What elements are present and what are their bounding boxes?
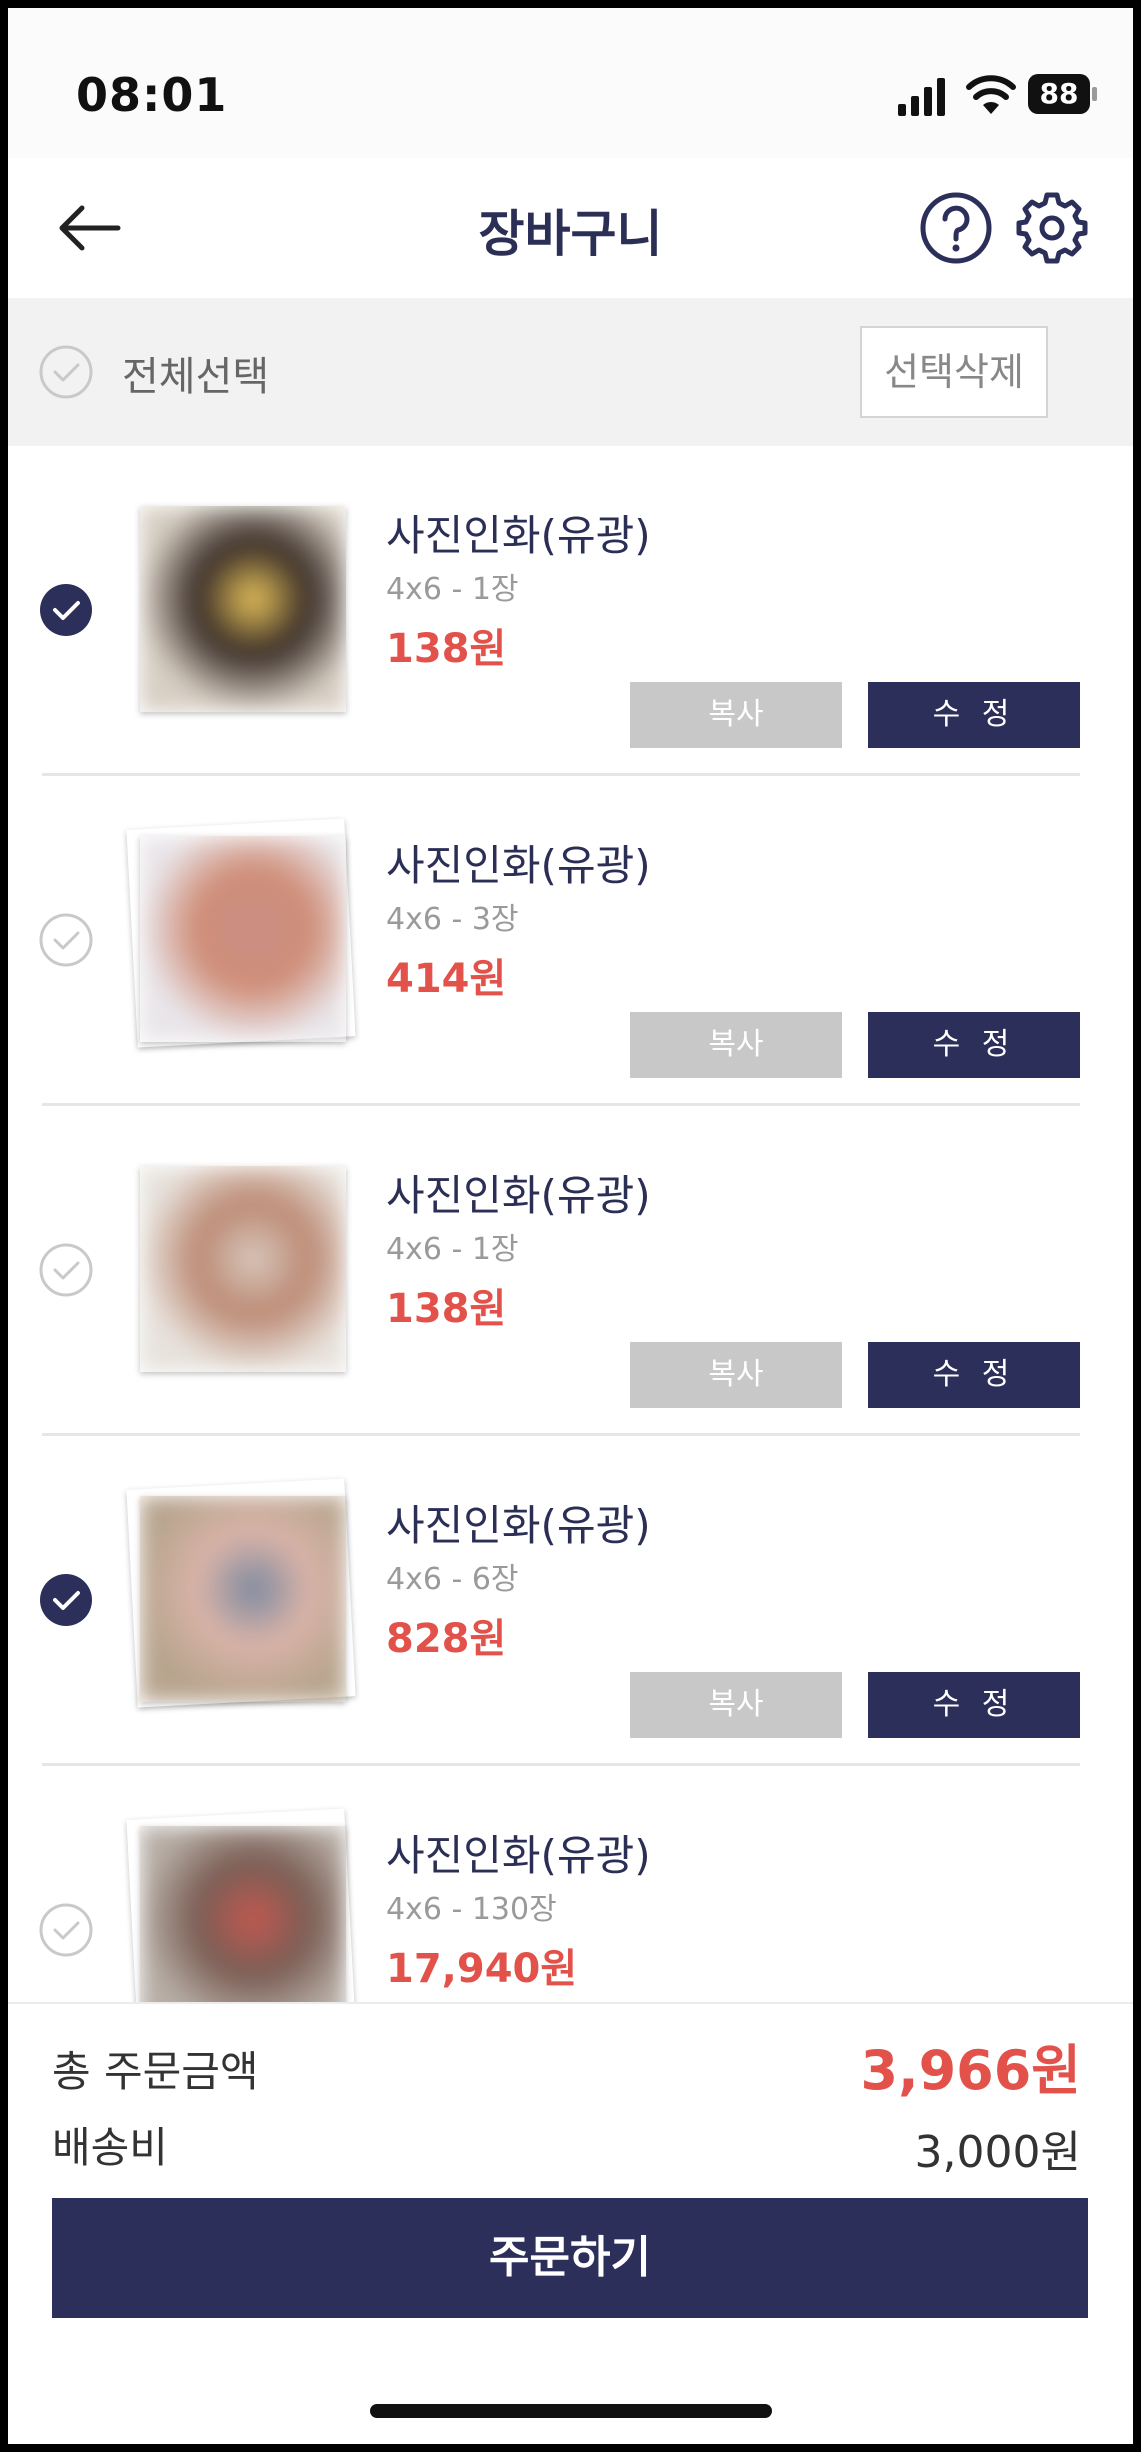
order-summary: 총 주문금액 3,966원 배송비 3,000원 주문하기 [8, 2002, 1133, 2444]
status-time: 08:01 [76, 68, 228, 122]
battery-level: 88 [1028, 74, 1090, 114]
status-bar: 08:01 88 [8, 8, 1133, 158]
shipping-value: 3,000원 [914, 2127, 1081, 2178]
item-spec: 4x6 - 3장 [386, 902, 519, 937]
item-spec: 4x6 - 1장 [386, 1232, 519, 1267]
total-label: 총 주문금액 [52, 2047, 259, 2096]
battery-tip [1092, 87, 1097, 101]
delete-selected-button[interactable]: 선택삭제 [860, 326, 1048, 418]
item-thumbnail[interactable] [138, 1164, 356, 1382]
copy-button[interactable]: 복사 [630, 682, 842, 748]
wifi-icon [966, 75, 1016, 114]
photo-thumbnail [140, 836, 346, 1042]
item-price: 414원 [386, 956, 507, 1002]
item-thumbnail[interactable] [126, 818, 356, 1052]
item-name: 사진인화(유광) [386, 1831, 651, 1880]
edit-button[interactable]: 수 정 [868, 682, 1080, 748]
item-name: 사진인화(유광) [386, 511, 651, 560]
item-thumbnail[interactable] [138, 504, 356, 722]
photo-content [140, 1496, 346, 1702]
cart-item[interactable]: 사진인화(유광) 4x6 - 3장 414원복사 수 정 [8, 776, 1133, 1106]
home-indicator [370, 2404, 772, 2418]
signal-icon [898, 78, 945, 116]
item-price: 828원 [386, 1616, 507, 1662]
shipping-label: 배송비 [52, 2123, 168, 2172]
item-spec: 4x6 - 6장 [386, 1562, 519, 1597]
photo-thumbnail [140, 1826, 346, 2002]
photo-content [140, 836, 346, 1042]
item-thumbnail[interactable] [126, 1478, 356, 1712]
item-price: 17,940원 [386, 1946, 578, 1992]
app-screen: 08:01 88 장바구니 전체선택 선택삭제 사진인화(유광) 4x6 - 1… [8, 8, 1133, 2444]
selection-bar: 전체선택 선택삭제 [8, 298, 1133, 446]
item-checkbox[interactable] [38, 1902, 94, 1958]
item-checkbox[interactable] [38, 912, 94, 968]
gear-icon[interactable] [1014, 190, 1090, 266]
item-name: 사진인화(유광) [386, 841, 651, 890]
edit-button[interactable]: 수 정 [868, 1012, 1080, 1078]
cart-item[interactable]: 사진인화(유광) 4x6 - 1장 138원복사 수 정 [8, 446, 1133, 776]
item-thumbnail[interactable] [126, 1808, 356, 2002]
item-price: 138원 [386, 1286, 507, 1332]
order-button[interactable]: 주문하기 [52, 2198, 1088, 2318]
photo-content [140, 1166, 346, 1372]
cart-item[interactable]: 사진인화(유광)4x6 - 130장17,940원복사수 정 [8, 1766, 1133, 2002]
cart-item[interactable]: 사진인화(유광) 4x6 - 1장 138원복사 수 정 [8, 1106, 1133, 1436]
battery-icon: 88 [1028, 74, 1098, 114]
total-value: 3,966원 [860, 2039, 1082, 2102]
item-spec: 4x6 - 1장 [386, 572, 519, 607]
edit-button[interactable]: 수 정 [868, 1342, 1080, 1408]
photo-content [140, 506, 346, 712]
photo-thumbnail [140, 506, 346, 712]
item-checkbox[interactable] [38, 582, 94, 638]
help-icon[interactable] [918, 190, 994, 266]
item-checkbox[interactable] [38, 1242, 94, 1298]
photo-content [140, 1826, 346, 2002]
item-name: 사진인화(유광) [386, 1501, 651, 1550]
edit-button[interactable]: 수 정 [868, 1672, 1080, 1738]
select-all-checkbox[interactable] [38, 344, 94, 400]
photo-thumbnail [140, 1496, 346, 1702]
item-checkbox[interactable] [38, 1572, 94, 1628]
copy-button[interactable]: 복사 [630, 1012, 842, 1078]
header-bar: 장바구니 [8, 158, 1133, 298]
cart-list[interactable]: 사진인화(유광) 4x6 - 1장 138원 복사 수 정 사진인화(유광) 4x6 - 3… [8, 446, 1133, 2002]
copy-button[interactable]: 복사 [630, 1342, 842, 1408]
cart-item[interactable]: 사진인화(유광) 4x6 - 6장 828원복사 수 정 [8, 1436, 1133, 1766]
copy-button[interactable]: 복사 [630, 1672, 842, 1738]
select-all-label[interactable]: 전체선택 [122, 344, 269, 402]
item-spec: 4x6 - 130장 [386, 1892, 557, 1927]
item-name: 사진인화(유광) [386, 1171, 651, 1220]
photo-thumbnail [140, 1166, 346, 1372]
item-price: 138원 [386, 626, 507, 672]
